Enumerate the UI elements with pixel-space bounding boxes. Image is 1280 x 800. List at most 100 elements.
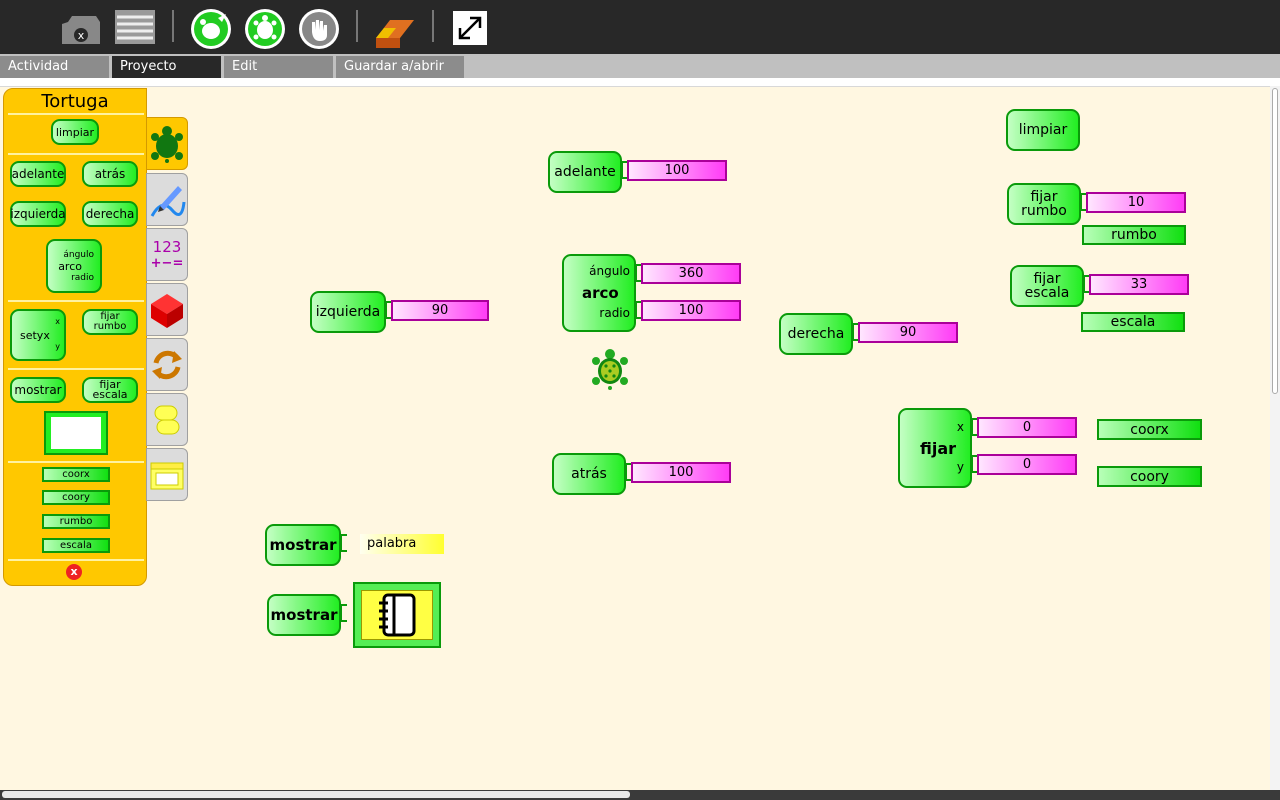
right-value[interactable]: 90 — [858, 322, 958, 343]
forward-block[interactable]: adelante — [548, 151, 622, 193]
arc-block[interactable]: ángulo arco radio — [562, 254, 636, 332]
arc-angle-value[interactable]: 360 — [641, 263, 741, 284]
media-frame — [51, 417, 101, 449]
toolbar-separator — [356, 10, 358, 42]
setxy-y-label: y — [956, 460, 964, 474]
setheading-block[interactable]: fijar rumbo — [1007, 183, 1081, 225]
setscale-block-label: fijar escala — [1024, 271, 1070, 301]
vertical-scroll-thumb[interactable] — [1272, 88, 1278, 394]
setscale-block[interactable]: fijar escala — [1010, 265, 1084, 307]
palette-scale-block[interactable]: escala — [42, 538, 110, 553]
run-slow-icon[interactable] — [244, 8, 285, 49]
palette-arc-radius-label: radio — [71, 272, 94, 283]
palette-left-block[interactable]: izquierda — [10, 201, 66, 227]
palette-divider — [8, 559, 144, 561]
palette-setxy-block[interactable]: setyx x y — [10, 309, 66, 361]
tab-activity[interactable]: Actividad — [0, 56, 109, 78]
palette-show-block[interactable]: mostrar — [10, 377, 66, 403]
setxy-x-label: x — [956, 420, 964, 434]
clear-block-label: limpiar — [1018, 122, 1068, 138]
stop-icon[interactable] — [298, 8, 339, 49]
toolbar-separator — [172, 10, 174, 42]
forward-value[interactable]: 100 — [627, 160, 727, 181]
tab-edit[interactable]: Edit — [224, 56, 333, 78]
numbers-tab-bottom: +−= — [150, 256, 184, 271]
setxy-x-value[interactable]: 0 — [977, 417, 1077, 438]
palette-divider — [8, 113, 144, 115]
palette-arc-label: arco — [58, 259, 82, 273]
arc-label: arco — [582, 284, 619, 302]
boxes-palette-icon[interactable] — [146, 393, 188, 446]
show-media-block-label: mostrar — [270, 606, 338, 624]
arc-radius-value[interactable]: 100 — [641, 300, 741, 321]
palette-setscale-block[interactable]: fijar escala — [82, 377, 138, 403]
toolbar: x — [0, 0, 1280, 54]
arc-radius-label: radio — [599, 306, 630, 320]
close-icon[interactable]: x — [66, 564, 82, 580]
turtle-palette-icon[interactable] — [146, 117, 188, 170]
paste-icon[interactable] — [114, 8, 155, 48]
palette-setxy-x-label: x — [55, 317, 60, 326]
show-text-value[interactable]: palabra — [360, 534, 444, 554]
palette-divider — [8, 461, 144, 463]
numbers-palette-icon[interactable]: 123 +−= — [146, 228, 188, 281]
horizontal-scroll-thumb[interactable] — [2, 791, 630, 798]
xcor-reporter[interactable]: coorx — [1097, 419, 1202, 440]
back-value[interactable]: 100 — [631, 462, 731, 483]
flow-palette-icon[interactable] — [146, 338, 188, 391]
media-palette-icon[interactable] — [146, 448, 188, 501]
palette-media-block[interactable] — [44, 411, 108, 455]
journal-icon — [379, 593, 416, 637]
heading-value[interactable]: 10 — [1086, 192, 1186, 213]
show-text-block[interactable]: mostrar — [265, 524, 341, 566]
left-block[interactable]: izquierda — [310, 291, 386, 333]
setxy-block[interactable]: fijar x y — [898, 408, 972, 488]
palette-divider — [8, 153, 144, 155]
left-value[interactable]: 90 — [391, 300, 489, 321]
show-media-block[interactable]: mostrar — [267, 594, 341, 636]
block-connector — [340, 604, 347, 622]
fullscreen-icon[interactable] — [452, 10, 492, 50]
tab-save-load[interactable]: Guardar a/abrir de — [336, 56, 464, 96]
back-block[interactable]: atrás — [552, 453, 626, 495]
turtle-sprite-icon[interactable] — [590, 348, 630, 390]
palette-title: Tortuga — [41, 91, 109, 112]
arc-angle-label: ángulo — [589, 264, 630, 278]
palette-clear-block[interactable]: limpiar — [51, 119, 99, 145]
numbers-tab-top: 123 — [152, 238, 182, 256]
show-text-block-label: mostrar — [269, 536, 337, 554]
setxy-block-label: fijar — [920, 438, 957, 458]
palette-xcor-block[interactable]: coorx — [42, 467, 110, 482]
clear-block[interactable]: limpiar — [1006, 109, 1080, 151]
palette-arc-angle-label: ángulo — [63, 249, 94, 260]
blocks-palette-icon[interactable] — [146, 283, 188, 336]
palette-right-block[interactable]: derecha — [82, 201, 138, 227]
heading-reporter[interactable]: rumbo — [1082, 225, 1186, 245]
right-block-label: derecha — [787, 326, 845, 342]
scale-reporter[interactable]: escala — [1081, 312, 1185, 332]
palette-divider — [8, 368, 144, 370]
horizontal-scrollbar[interactable] — [0, 790, 1280, 800]
palette-forward-block[interactable]: adelante — [10, 161, 66, 187]
palette-heading-block[interactable]: rumbo — [42, 514, 110, 529]
back-block-label: atrás — [571, 466, 607, 482]
activity-icon[interactable]: x — [60, 8, 100, 48]
left-block-label: izquierda — [315, 304, 381, 320]
scale-value[interactable]: 33 — [1089, 274, 1189, 295]
clear-eraser-icon[interactable] — [374, 8, 414, 48]
journal-media-block[interactable] — [353, 582, 441, 648]
ycor-reporter[interactable]: coory — [1097, 466, 1202, 487]
palette-back-block[interactable]: atrás — [82, 161, 138, 187]
run-fast-icon[interactable] — [190, 8, 231, 49]
pen-palette-icon[interactable] — [146, 173, 188, 226]
palette-ycor-block[interactable]: coory — [42, 490, 110, 505]
block-connector — [340, 534, 347, 552]
vertical-scrollbar[interactable] — [1270, 86, 1280, 790]
palette-setheading-block[interactable]: fijar rumbo — [82, 309, 138, 335]
setxy-y-value[interactable]: 0 — [977, 454, 1077, 475]
right-block[interactable]: derecha — [779, 313, 853, 355]
palette-arc-block[interactable]: ángulo arco radio — [46, 239, 102, 293]
turtle-palette: Tortuga limpiar adelante atrás izquierda… — [3, 88, 147, 586]
forward-block-label: adelante — [554, 164, 616, 180]
tab-project[interactable]: Proyecto — [112, 56, 221, 78]
